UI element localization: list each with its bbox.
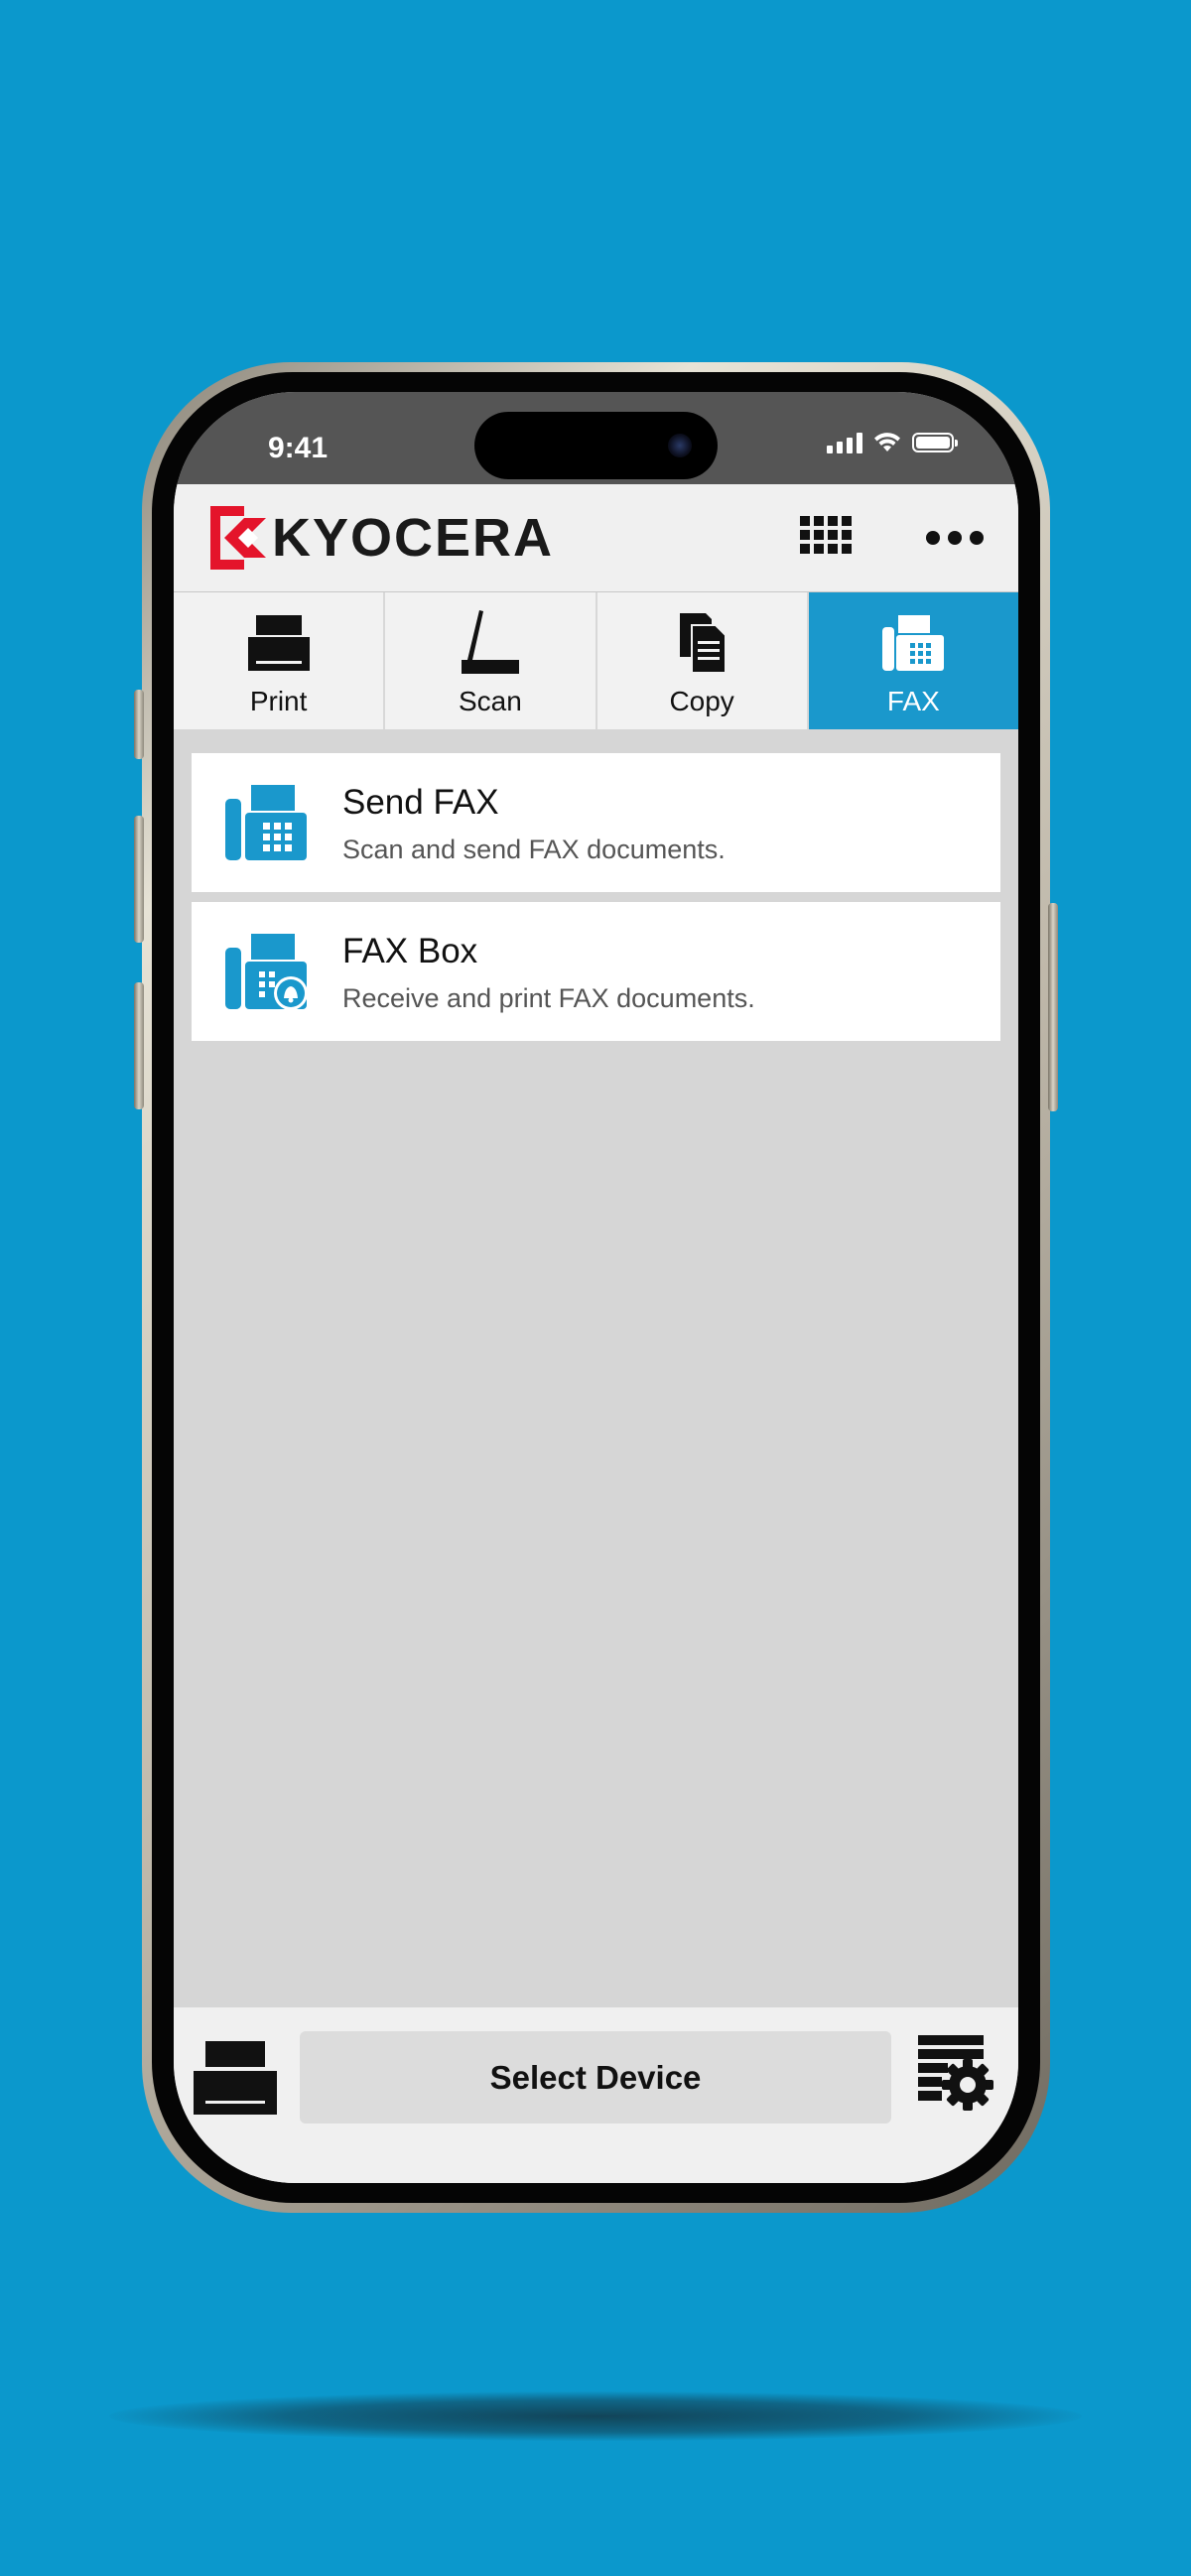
fax-box-icon: [225, 934, 308, 1010]
device-settings-button[interactable]: [916, 2033, 995, 2113]
battery-icon: [912, 433, 958, 452]
tab-scan[interactable]: Scan: [385, 592, 597, 729]
printer-icon: [194, 2041, 277, 2115]
kyocera-emblem-icon: [210, 506, 266, 570]
tab-label: Print: [249, 686, 308, 716]
tab-label: Copy: [669, 686, 734, 716]
fax-icon: [225, 785, 307, 860]
side-button-volume-up: [134, 816, 144, 943]
fax-icon: [882, 615, 945, 671]
status-time: 9:41: [268, 432, 329, 464]
kyocera-logo: KYOCERA: [210, 506, 554, 570]
phone-screen: 9:41 KYOCERA Print Scan Copy FAX Send FA…: [174, 392, 1018, 2183]
function-tabs: Print Scan Copy FAX: [174, 592, 1018, 729]
side-button-action: [134, 690, 144, 759]
item-title: FAX Box: [342, 932, 478, 970]
tab-print[interactable]: Print: [174, 592, 386, 729]
scanner-icon: [461, 610, 519, 674]
app-header: KYOCERA: [174, 484, 1018, 592]
copy-icon: [680, 613, 728, 674]
fax-box-item[interactable]: FAX Box Receive and print FAX documents.: [192, 902, 1000, 1041]
device-settings-icon: [918, 2035, 993, 2111]
wifi-icon: [874, 433, 900, 451]
send-fax-item[interactable]: Send FAX Scan and send FAX documents.: [192, 753, 1000, 892]
brand-wordmark: KYOCERA: [272, 508, 555, 568]
item-subtitle: Scan and send FAX documents.: [342, 835, 726, 864]
camera-icon: [668, 434, 692, 457]
dynamic-island: [474, 412, 718, 479]
select-device-button[interactable]: Select Device: [300, 2031, 891, 2124]
side-button-power: [1048, 903, 1058, 1111]
signal-icon: [827, 432, 862, 453]
item-subtitle: Receive and print FAX documents.: [342, 983, 755, 1013]
tab-label: Scan: [458, 686, 522, 716]
status-icons: [827, 432, 958, 453]
more-dots-icon: [926, 531, 984, 545]
tab-copy[interactable]: Copy: [596, 592, 809, 729]
side-button-volume-down: [134, 982, 144, 1109]
printer-button[interactable]: [192, 2037, 279, 2117]
printer-icon: [247, 615, 310, 671]
more-button[interactable]: [925, 514, 985, 562]
tab-label: FAX: [886, 686, 940, 716]
apps-grid-button[interactable]: [798, 514, 858, 562]
tab-fax[interactable]: FAX: [808, 592, 1018, 729]
phone-shadow: [109, 2391, 1082, 2441]
status-bar: 9:41: [174, 392, 1018, 484]
fax-menu-list: Send FAX Scan and send FAX documents. FA…: [192, 753, 1000, 1051]
item-title: Send FAX: [342, 783, 499, 822]
grid-icon: [800, 516, 852, 554]
bottom-bar: Select Device: [174, 2007, 1018, 2183]
